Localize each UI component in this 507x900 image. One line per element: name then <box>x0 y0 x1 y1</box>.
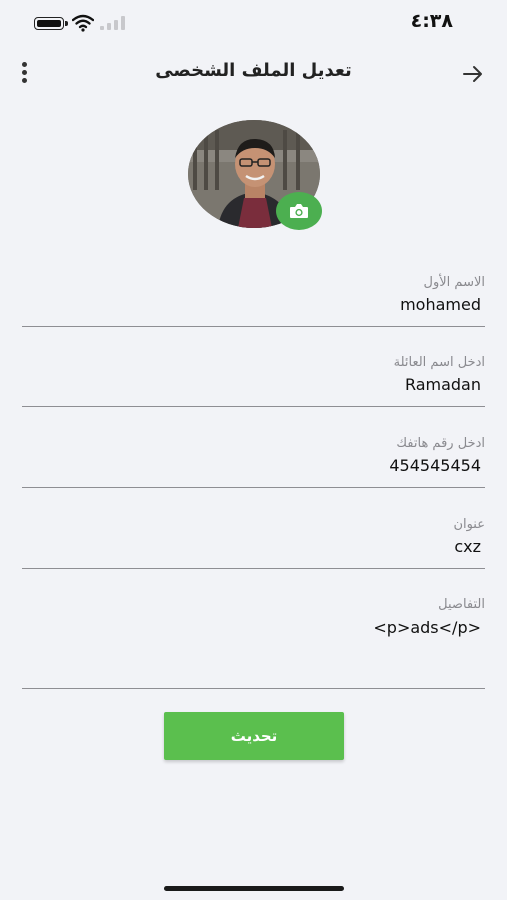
address-field[interactable]: عنوان cxz <box>22 512 485 569</box>
address-input[interactable]: cxz <box>454 537 481 556</box>
last-name-input[interactable]: Ramadan <box>405 375 481 394</box>
address-label: عنوان <box>453 517 485 532</box>
first-name-label: الاسم الأول <box>423 275 485 290</box>
last-name-label: ادخل اسم العائلة <box>393 355 485 370</box>
battery-icon <box>34 17 68 30</box>
arrow-right-icon[interactable] <box>461 62 485 86</box>
signal-icon <box>100 16 125 30</box>
app-bar: تعديل الملف الشخصى <box>0 52 507 96</box>
change-photo-button[interactable] <box>276 192 322 230</box>
wifi-icon <box>72 14 94 32</box>
status-bar: ٤:٣٨ <box>0 0 507 46</box>
update-button[interactable]: تحديث <box>164 712 344 760</box>
phone-field[interactable]: ادخل رقم هاتفك 454545454 <box>22 431 485 488</box>
last-name-field[interactable]: ادخل اسم العائلة Ramadan <box>22 350 485 407</box>
home-indicator <box>164 886 344 891</box>
status-time: ٤:٣٨ <box>410 10 453 32</box>
details-label: التفاصيل <box>438 597 485 612</box>
phone-input[interactable]: 454545454 <box>389 456 481 475</box>
first-name-input[interactable]: mohamed <box>400 295 481 314</box>
page-title: تعديل الملف الشخصى <box>155 60 352 81</box>
camera-icon <box>290 204 308 218</box>
details-field[interactable]: التفاصيل <p>ads</p> <box>22 592 485 689</box>
phone-label: ادخل رقم هاتفك <box>396 436 485 451</box>
details-input[interactable]: <p>ads</p> <box>373 618 481 637</box>
first-name-field[interactable]: الاسم الأول mohamed <box>22 270 485 327</box>
